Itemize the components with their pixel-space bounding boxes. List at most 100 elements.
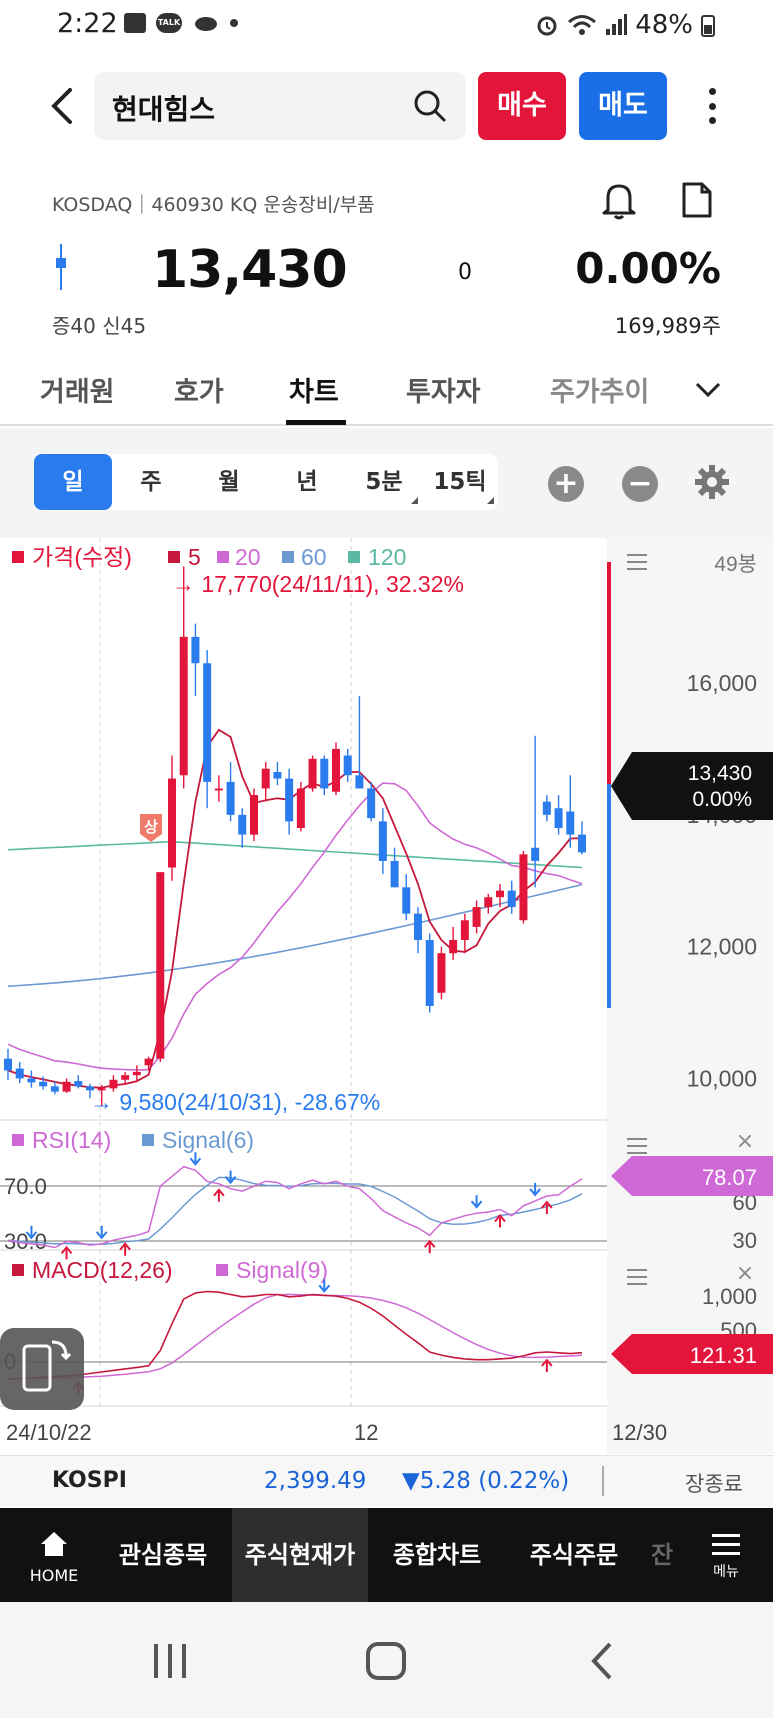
gear-icon[interactable] [694, 464, 730, 500]
period-tick[interactable]: 15틱 [422, 454, 498, 510]
ma120-line [7, 840, 583, 869]
buy-button[interactable]: 매수 [478, 72, 566, 140]
chevron-down-icon[interactable] [695, 382, 721, 398]
zoom-in-icon[interactable]: + [548, 466, 584, 502]
candle-body [191, 636, 200, 664]
period-week[interactable]: 주 [112, 454, 190, 510]
legend-macd-signal-label: Signal(9) [236, 1257, 328, 1283]
document-icon[interactable] [680, 180, 714, 220]
stock-search-box[interactable]: 현대힘스 [94, 72, 466, 140]
trade-volume: 169,989주 [614, 314, 721, 338]
candle-body [203, 663, 212, 782]
candles [4, 566, 586, 1107]
x-axis-label-start: 24/10/22 [6, 1420, 92, 1445]
legend-ma60-label: 60 [301, 544, 327, 570]
rsi-value: 78.07 [702, 1165, 757, 1190]
index-ticker[interactable]: KOSPI 2,399.49 ▼5.28 (0.22%) 장종료 [0, 1455, 773, 1507]
index-change: ▼5.28 (0.22%) [402, 1468, 570, 1494]
market-info: KOSDAQ｜460930 KQ 운송장비/부품 [52, 194, 375, 216]
status-bar: 2:22 TALK 48% [0, 0, 773, 52]
candle-body [109, 1079, 118, 1089]
high-price-value: 17,770(24/11/11), 32.32% [201, 571, 464, 597]
candle-body [238, 814, 247, 835]
more-options-icon[interactable] [702, 84, 722, 128]
candle-body [179, 636, 188, 776]
macd-close-icon[interactable]: × [736, 1261, 754, 1286]
stock-chart[interactable]: 가격(수정) 5 20 60 120 49봉 16,00014,00012,00… [0, 538, 773, 1454]
tab-investors[interactable]: 투자자 [406, 370, 481, 409]
candle-body [132, 1071, 141, 1076]
candle-body [273, 771, 282, 779]
nav-menu[interactable]: 메뉴 [700, 1534, 752, 1581]
tab-price-trend[interactable]: 주가추이 [550, 370, 649, 409]
rsi-close-icon[interactable]: × [736, 1129, 754, 1154]
home-button-icon[interactable] [366, 1642, 406, 1680]
chart-canvas[interactable]: 가격(수정) 5 20 60 120 49봉 16,00014,00012,00… [0, 538, 773, 1454]
candle-body [355, 775, 364, 789]
kakaotalk-icon: TALK [156, 13, 182, 33]
nav-home-label: HOME [29, 1566, 79, 1585]
nav-stock-order[interactable]: 주식주문 [506, 1508, 642, 1602]
candle-body [472, 907, 481, 927]
period-day[interactable]: 일 [34, 454, 112, 510]
recent-apps-icon[interactable] [154, 1644, 186, 1678]
period-year-label: 년 [296, 469, 318, 495]
tab-orderbook[interactable]: 호가 [174, 370, 224, 409]
candle-body [168, 778, 176, 868]
rsi-value-tag: 78.07 [611, 1156, 773, 1196]
sell-button[interactable]: 매도 [579, 72, 667, 140]
tab-brokers[interactable]: 거래원 [40, 370, 115, 409]
candle-body [332, 748, 340, 792]
home-icon [41, 1532, 67, 1556]
back-button-icon[interactable] [591, 1642, 612, 1680]
macd-value: 121.31 [690, 1343, 757, 1368]
candle-body [437, 953, 446, 993]
bell-icon[interactable] [600, 180, 638, 220]
price-tick-label: 10,000 [687, 1065, 757, 1091]
low-price-annotation: → 9,580(24/10/31), -28.67% [90, 1089, 380, 1115]
x-axis-label-end: 12/30 [612, 1420, 667, 1445]
tab-chart[interactable]: 차트 [289, 370, 339, 409]
alarm-icon [537, 16, 557, 36]
legend-ma60-swatch [282, 551, 294, 563]
rsi-sell-arrow [224, 1170, 237, 1185]
nav-balance-partial[interactable]: 잔 [644, 1508, 680, 1602]
candle-body [414, 913, 422, 941]
notification-icons: TALK [124, 13, 238, 33]
legend-ma120-swatch [348, 551, 360, 563]
zoom-out-icon[interactable]: − [622, 466, 658, 502]
nav-stock-quote[interactable]: 주식현재가 [232, 1508, 368, 1602]
candle-body [542, 801, 551, 815]
search-icon[interactable] [412, 88, 448, 124]
nav-overall-chart[interactable]: 종합차트 [370, 1508, 504, 1602]
candle-body [484, 897, 493, 908]
back-icon[interactable] [44, 84, 84, 128]
ma60-line [7, 883, 583, 987]
candle-body [343, 755, 352, 776]
macd-axis-1000: 1,000 [702, 1284, 757, 1309]
status-right: 48% [535, 10, 715, 40]
high-price-annotation: → 17,770(24/11/11), 32.32% [172, 571, 464, 597]
nav-watchlist[interactable]: 관심종목 [96, 1508, 230, 1602]
candle-body [15, 1068, 24, 1079]
candle-body [250, 795, 258, 835]
macd-value-tag: 121.31 [611, 1334, 773, 1374]
period-year[interactable]: 년 [268, 454, 346, 510]
candle-body [554, 808, 563, 828]
legend-rsi-signal-swatch [142, 1134, 154, 1146]
candle-body [566, 811, 575, 835]
period-minute[interactable]: 5분 [346, 454, 422, 510]
status-time: 2:22 [57, 8, 118, 39]
x-axis-label-mid: 12 [354, 1420, 378, 1445]
candle-body [578, 834, 586, 853]
rsi-sell-arrow [95, 1225, 108, 1240]
legend-ma20-swatch [217, 551, 229, 563]
dropdown-corner-icon [411, 497, 418, 504]
rotate-screen-button[interactable] [0, 1328, 84, 1410]
nav-home[interactable]: HOME [14, 1530, 94, 1585]
candle-body [390, 860, 399, 888]
period-selector: 일 주 월 년 5분 15틱 [34, 454, 498, 510]
period-month[interactable]: 월 [190, 454, 268, 510]
chart-toolbar: 일 주 월 년 5분 15틱 + − [0, 428, 773, 538]
ma20-line [7, 782, 583, 1071]
